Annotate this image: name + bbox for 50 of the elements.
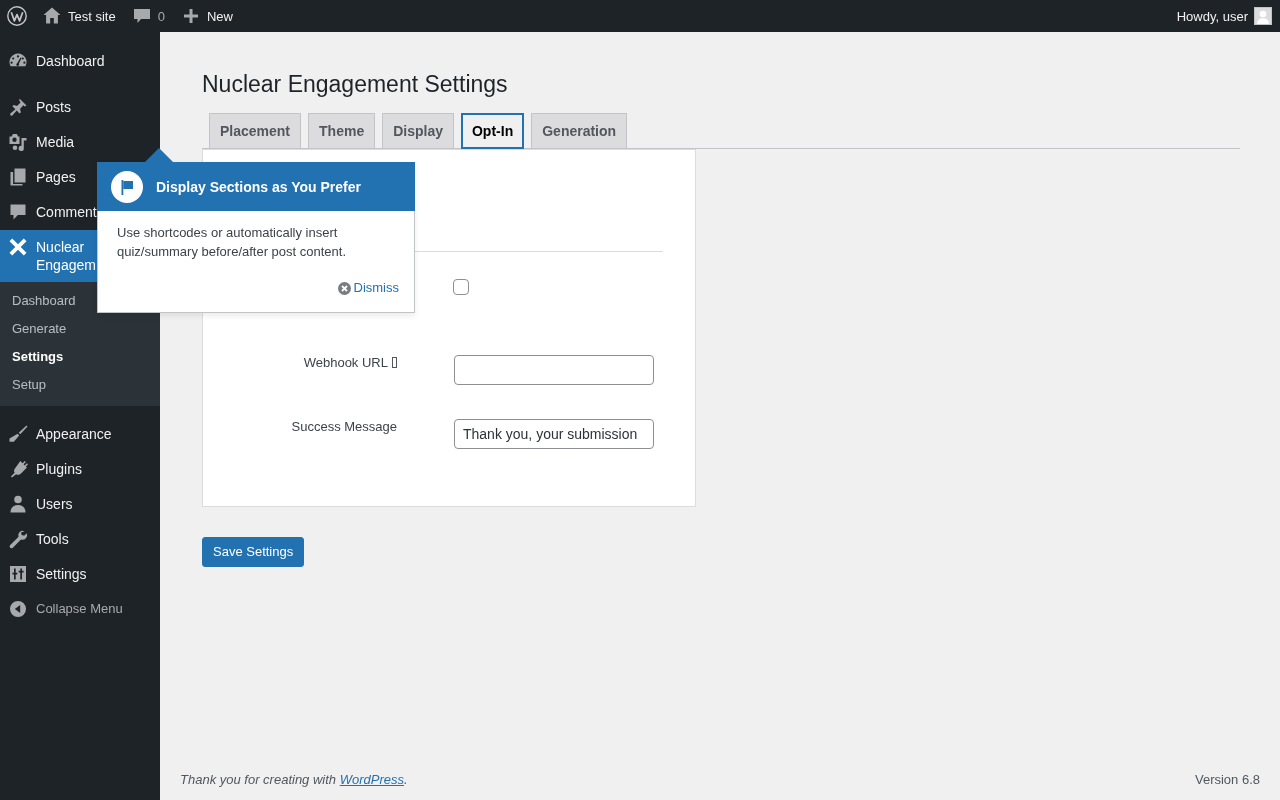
- footer-credit: Thank you for creating with WordPress.: [180, 771, 408, 788]
- new-content-link[interactable]: New: [172, 0, 241, 32]
- text-input-field[interactable]: Thank you, your submission: [454, 418, 654, 449]
- menu-item[interactable]: Plugins: [0, 452, 160, 487]
- menu-item[interactable]: Dashboard: [0, 44, 160, 79]
- cross-icon: [8, 237, 28, 257]
- paintbrush-icon: [8, 424, 28, 444]
- tab[interactable]: Theme: [308, 112, 376, 149]
- collapse-menu-button[interactable]: Collapse Menu: [0, 592, 160, 626]
- close-icon: [337, 281, 351, 295]
- tooltip-title: Display Sections as You Prefer: [156, 178, 361, 195]
- save-button[interactable]: Save Settings: [202, 536, 305, 567]
- account-menu[interactable]: Howdy, user: [1168, 0, 1280, 32]
- text-input-field[interactable]: [454, 354, 654, 385]
- speech-bubble-icon: [8, 202, 28, 222]
- site-name-link[interactable]: Test site: [34, 0, 124, 32]
- version-text: Version 6.8: [1194, 771, 1260, 788]
- field-label: Success Message: [291, 418, 397, 435]
- submenu-item[interactable]: Settings: [0, 343, 160, 371]
- sliders-icon: [8, 564, 28, 584]
- avatar-icon: [1254, 7, 1272, 25]
- submenu-item[interactable]: Setup: [0, 371, 160, 399]
- flag-icon: [111, 170, 143, 203]
- camera-note-icon: [8, 132, 28, 152]
- speech-bubble-icon: [133, 8, 150, 24]
- wordpress-link[interactable]: WordPress: [339, 772, 404, 787]
- tab[interactable]: Opt-In: [461, 112, 525, 149]
- menu-item[interactable]: Media: [0, 125, 160, 160]
- dismiss-link[interactable]: Dismiss: [337, 280, 399, 296]
- plus-icon: [182, 8, 199, 24]
- logo-icon[interactable]: [7, 6, 27, 26]
- plug-icon: [8, 459, 28, 479]
- field-label: Webhook URL: [303, 354, 388, 371]
- person-icon: [8, 494, 28, 514]
- comments-link[interactable]: 0: [123, 0, 173, 32]
- submenu-item[interactable]: Generate: [0, 315, 160, 343]
- tab[interactable]: Generation: [531, 112, 628, 149]
- menu-item[interactable]: Posts: [0, 90, 160, 125]
- pages-icon: [8, 167, 28, 187]
- tab[interactable]: Display: [382, 112, 454, 149]
- page-title: Nuclear Engagement Settings: [202, 70, 508, 99]
- wrench-icon: [8, 529, 28, 549]
- menu-item[interactable]: Appearance: [0, 417, 160, 452]
- menu-item[interactable]: Settings: [0, 557, 160, 592]
- menu-item[interactable]: Tools: [0, 522, 160, 557]
- menu-item[interactable]: Users: [0, 487, 160, 522]
- home-icon: [42, 6, 62, 26]
- tab[interactable]: Placement: [209, 112, 302, 149]
- pushpin-icon: [8, 97, 28, 117]
- checkbox[interactable]: [453, 278, 469, 295]
